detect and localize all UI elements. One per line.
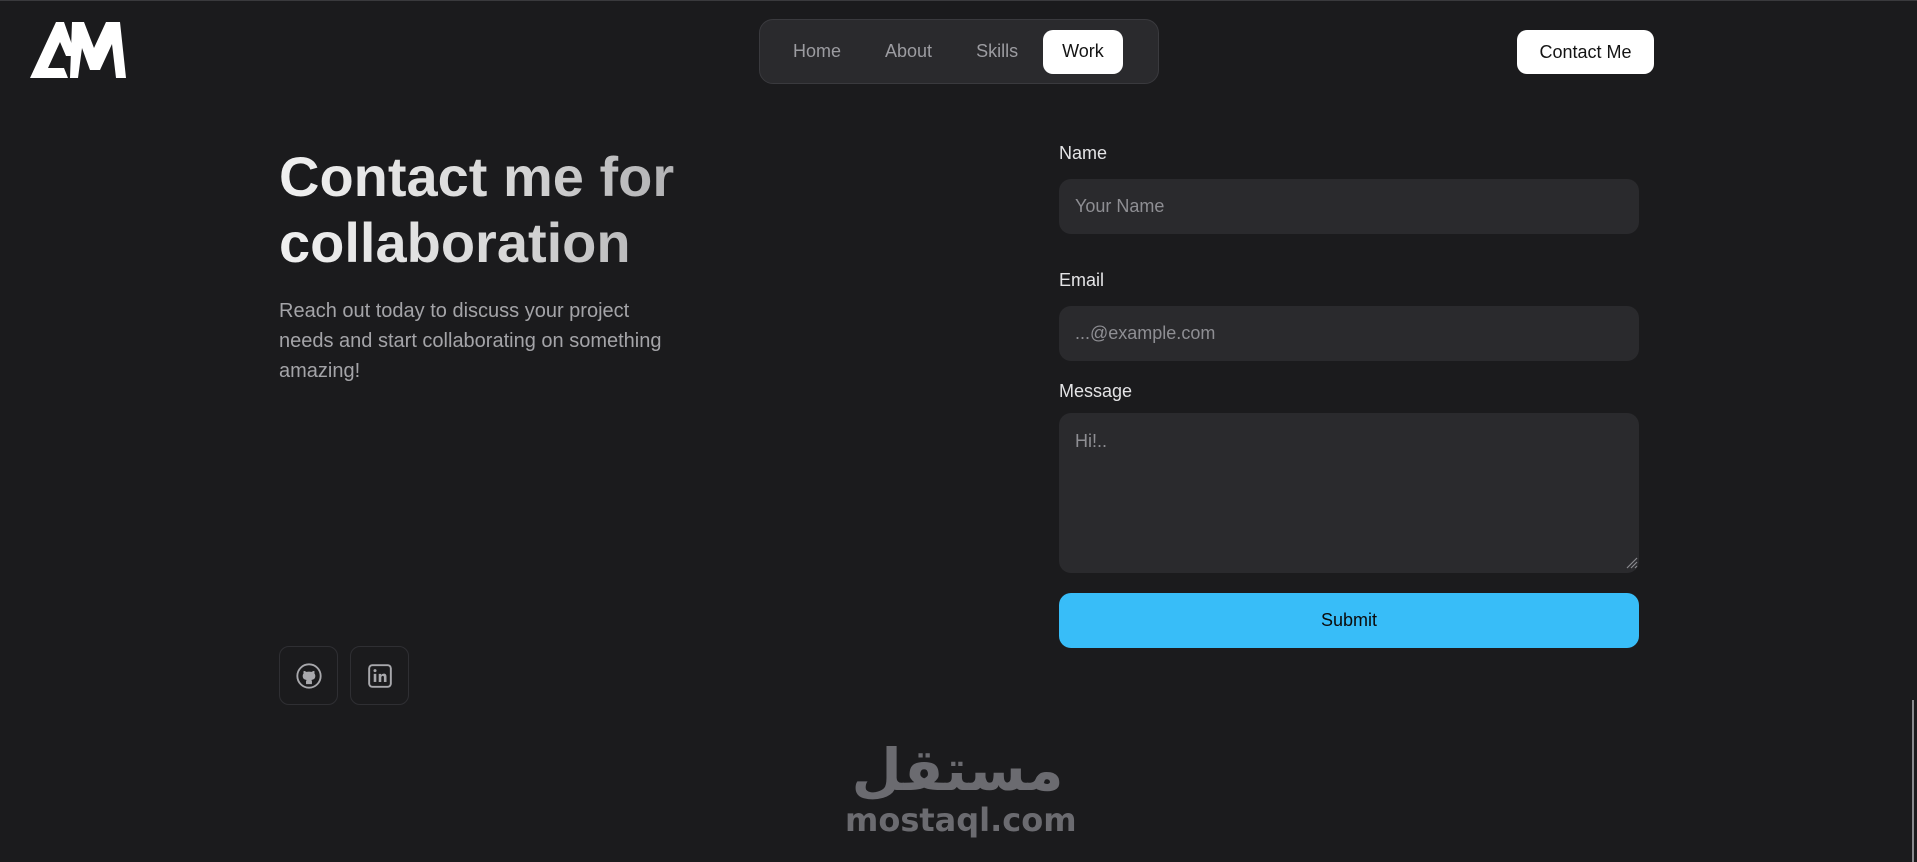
github-icon xyxy=(295,662,322,689)
email-label: Email xyxy=(1059,270,1105,290)
title-line-2: collaboration xyxy=(279,211,631,274)
submit-button[interactable]: Submit xyxy=(1059,593,1639,648)
nav-item-about[interactable]: About xyxy=(866,30,951,74)
linkedin-icon xyxy=(367,663,392,688)
social-links xyxy=(279,646,409,705)
email-input[interactable] xyxy=(1059,306,1639,361)
nav-item-skills[interactable]: Skills xyxy=(957,30,1037,74)
contact-me-button[interactable]: Contact Me xyxy=(1517,30,1654,74)
page-title: Contact me for collaboration xyxy=(279,144,839,276)
page-scrollbar[interactable] xyxy=(1912,700,1914,862)
github-link[interactable] xyxy=(279,646,338,705)
message-label: Message xyxy=(1059,381,1133,401)
title-line-1: Contact me for xyxy=(279,145,675,208)
watermark-latin: mostaql.com xyxy=(845,801,1077,839)
resize-grip-icon[interactable] xyxy=(1624,555,1638,569)
name-label: Name xyxy=(1059,143,1108,163)
watermark-arabic: مستقل xyxy=(851,736,1064,804)
name-input[interactable] xyxy=(1059,179,1639,234)
linkedin-link[interactable] xyxy=(350,646,409,705)
message-textarea[interactable] xyxy=(1059,413,1639,573)
top-border xyxy=(0,0,1917,1)
page-subtitle: Reach out today to discuss your project … xyxy=(279,300,662,382)
brand-logo[interactable] xyxy=(30,18,126,78)
mostaql-watermark: مستقل mostaql.com xyxy=(845,735,1077,839)
nav-item-home[interactable]: Home xyxy=(774,30,860,74)
nav-item-work[interactable]: Work xyxy=(1043,29,1123,74)
main-nav: Home About Skills Work xyxy=(759,19,1159,84)
